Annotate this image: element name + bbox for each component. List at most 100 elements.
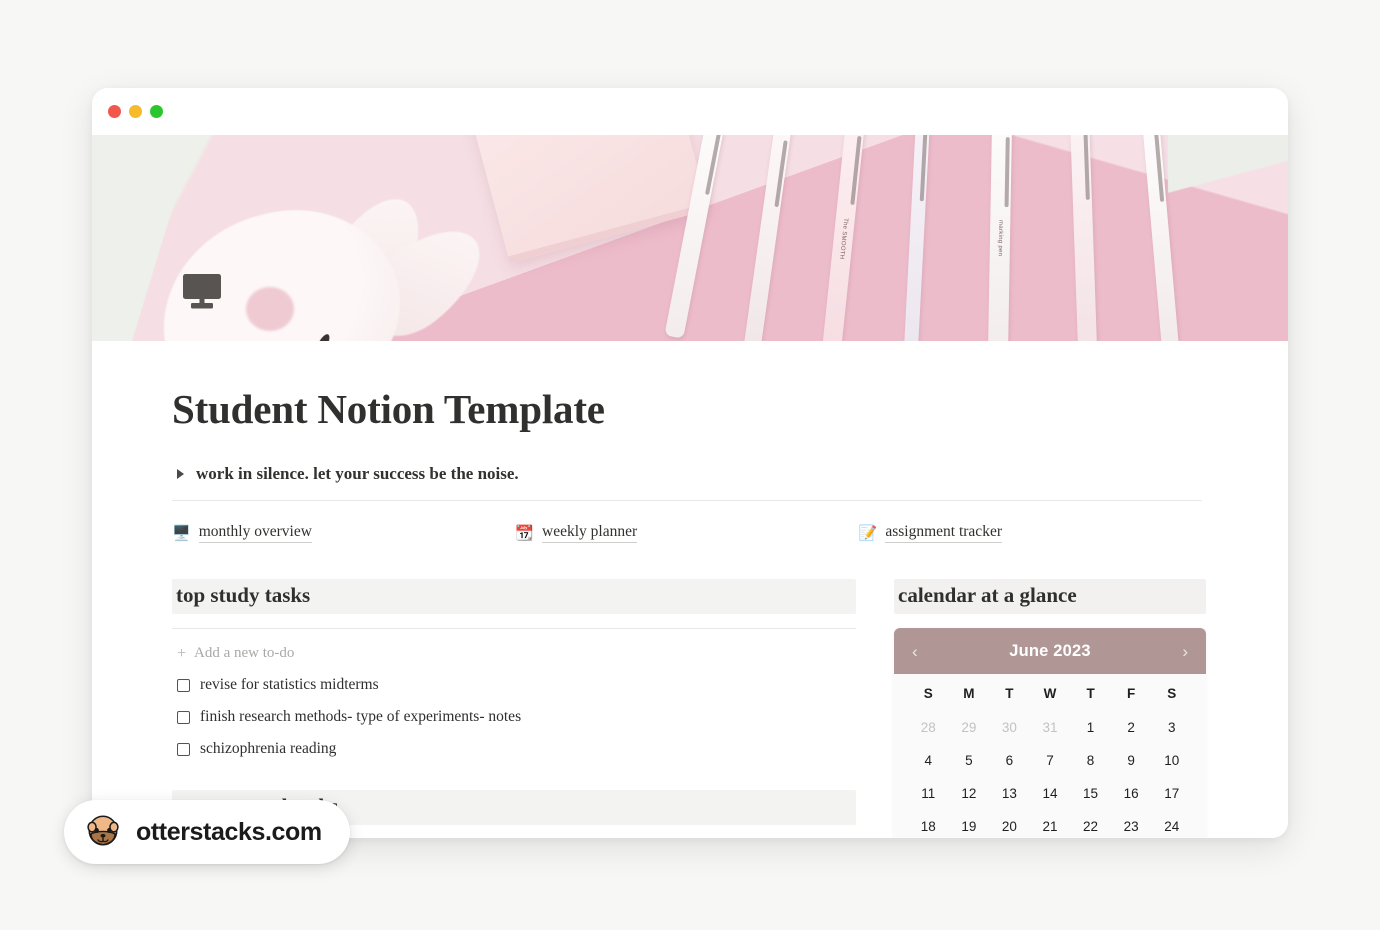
banner-pen: marking pen (987, 135, 1013, 341)
otterstacks-watermark-badge[interactable]: otterstacks.com (64, 800, 350, 864)
pen-clip (1083, 135, 1090, 200)
calendar-day-header: S (923, 686, 933, 702)
page-title: Student Notion Template (172, 386, 605, 432)
nav-link-assignment-tracker[interactable]: 📝 assignment tracker (858, 523, 1202, 544)
calendar-day-cell[interactable]: 12 (949, 777, 990, 810)
calendar-day-header: F (1127, 686, 1136, 702)
chevron-right-icon[interactable]: › (1182, 643, 1188, 660)
calendar-day-header: S (1167, 686, 1177, 702)
tear-off-calendar-icon: 📆 (515, 524, 535, 542)
study-tasks-rule (172, 628, 856, 630)
calendar-day-cell[interactable]: 16 (1111, 777, 1152, 810)
calendar-week-row: 11 12 13 14 15 16 17 (908, 777, 1192, 810)
calendar-day-cell[interactable]: 22 (1070, 810, 1111, 838)
todo-label: schizophrenia reading (200, 740, 337, 758)
calendar-day-header: M (963, 686, 975, 702)
plush-bunny-pouch (122, 182, 500, 341)
nav-link-monthly-overview[interactable]: 🖥️ monthly overview (172, 523, 515, 544)
calendar-day-cell[interactable]: 31 (1030, 711, 1071, 744)
body-columns: top study tasks + Add a new to-do revise… (172, 579, 1208, 838)
nav-link-label: monthly overview (198, 523, 312, 544)
pen-clip (1004, 136, 1010, 207)
chevron-left-icon[interactable]: ‹ (912, 643, 918, 660)
calendar-week-row: 28 29 30 31 1 2 3 (908, 711, 1192, 744)
todo-checkbox[interactable] (177, 742, 190, 756)
calendar-day-cell[interactable]: 15 (1070, 777, 1111, 810)
toggle-block-label: work in silence. let your success be the… (196, 464, 519, 484)
todo-checkbox[interactable] (177, 678, 190, 692)
calendar-day-cell[interactable]: 29 (949, 711, 990, 744)
calendar-week-row: 4 5 6 7 8 9 10 (908, 744, 1192, 777)
calendar-day-cell[interactable]: 23 (1111, 810, 1152, 838)
calendar-header: ‹ June 2023 › (894, 628, 1206, 675)
minimize-window-button[interactable] (129, 105, 142, 118)
chevron-right-icon[interactable] (177, 469, 184, 480)
calendar-day-cell[interactable]: 13 (989, 777, 1030, 810)
calendar-day-cell[interactable]: 14 (1030, 777, 1071, 810)
browser-window: The SMOOTH marking pen Student Notion Tem… (92, 88, 1288, 838)
pen-label: marking pen (996, 220, 1004, 257)
add-todo-label: Add a new to-do (194, 645, 295, 662)
calendar-day-cell[interactable]: 30 (989, 711, 1030, 744)
calendar-day-header: T (1005, 686, 1014, 702)
nav-link-label: weekly planner (542, 523, 638, 544)
calendar-day-cell[interactable]: 7 (1030, 744, 1071, 777)
window-titlebar (92, 88, 1288, 135)
calendar-day-cell[interactable]: 10 (1151, 744, 1192, 777)
nav-link-row: 🖥️ monthly overview 📆 weekly planner 📝 assign… (172, 523, 1202, 544)
close-window-button[interactable] (108, 105, 121, 118)
bunny-cheek (246, 287, 294, 331)
calendar-column: calendar at a glance ‹ June 2023 › S M T W T… (894, 579, 1206, 838)
calendar-day-cell[interactable]: 9 (1111, 744, 1152, 777)
calendar-day-cell[interactable]: 24 (1151, 810, 1192, 838)
pen-label: The SMOOTH (838, 217, 849, 260)
maximize-window-button[interactable] (150, 105, 163, 118)
calendar-day-cell[interactable]: 18 (908, 810, 949, 838)
calendar-day-header: W (1043, 686, 1057, 702)
add-todo-button[interactable]: + Add a new to-do (172, 645, 856, 662)
todo-item[interactable]: schizophrenia reading (172, 740, 856, 758)
calendar-day-cell[interactable]: 3 (1151, 711, 1192, 744)
todo-item[interactable]: revise for statistics midterms (172, 676, 856, 694)
calendar-heading: calendar at a glance (894, 579, 1206, 615)
calendar-day-cell[interactable]: 1 (1070, 711, 1111, 744)
document-content: Student Notion Template work in silence.… (92, 341, 1288, 838)
calendar-day-cell[interactable]: 8 (1070, 744, 1111, 777)
pen-clip (919, 135, 928, 202)
calendar-day-headers: SMTWTFS (908, 686, 1192, 707)
screenshot-root: The SMOOTH marking pen Student Notion Tem… (0, 0, 1380, 930)
cover-banner-image: The SMOOTH marking pen (92, 135, 1288, 341)
calendar-day-cell[interactable]: 4 (908, 744, 949, 777)
calendar-day-cell[interactable]: 28 (908, 711, 949, 744)
study-task-list: revise for statistics midterms finish res… (172, 676, 856, 758)
desktop-computer-icon: 🖥️ (172, 524, 191, 542)
calendar-day-cell[interactable]: 5 (949, 744, 990, 777)
toggle-block[interactable]: work in silence. let your success be the… (172, 464, 1208, 484)
calendar-day-header: T (1086, 686, 1095, 702)
study-tasks-heading: top study tasks (172, 579, 856, 615)
memo-pencil-icon: 📝 (858, 524, 878, 542)
todo-label: finish research methods- type of experim… (200, 708, 522, 726)
todo-checkbox[interactable] (177, 710, 190, 724)
calendar-month-label: June 2023 (1009, 641, 1091, 660)
otter-face-logo (84, 811, 122, 854)
calendar-day-cell[interactable]: 20 (989, 810, 1030, 838)
desktop-computer-icon (180, 270, 224, 314)
section-divider (172, 500, 1202, 502)
nav-link-weekly-planner[interactable]: 📆 weekly planner (515, 523, 858, 544)
calendar-day-cell[interactable]: 6 (989, 744, 1030, 777)
calendar-grid: S M T W T F S 28 29 30 31 1 2 3 4 5 6 7 8 9 10 11 12 13 14 15 16 17… (894, 674, 1206, 838)
otterstacks-badge-label: otterstacks.com (136, 817, 322, 846)
calendar-week-row: 18 19 20 21 22 23 24 (908, 810, 1192, 838)
calendar-day-cell[interactable]: 2 (1111, 711, 1152, 744)
calendar-day-today[interactable]: 19 (949, 810, 990, 838)
calendar-day-cell[interactable]: 11 (908, 777, 949, 810)
plus-icon: + (177, 644, 187, 662)
nav-link-label: assignment tracker (885, 523, 1002, 544)
calendar-widget[interactable]: ‹ June 2023 › S M T W T F S 28 29 30 31 1 2 3 4 5 6 7 8 9 10… (894, 628, 1206, 838)
calendar-day-cell[interactable]: 21 (1030, 810, 1071, 838)
todo-label: revise for statistics midterms (200, 676, 379, 694)
banner-far-right-wedge (1168, 135, 1288, 341)
todo-item[interactable]: finish research methods- type of experim… (172, 708, 856, 726)
calendar-day-cell[interactable]: 17 (1151, 777, 1192, 810)
